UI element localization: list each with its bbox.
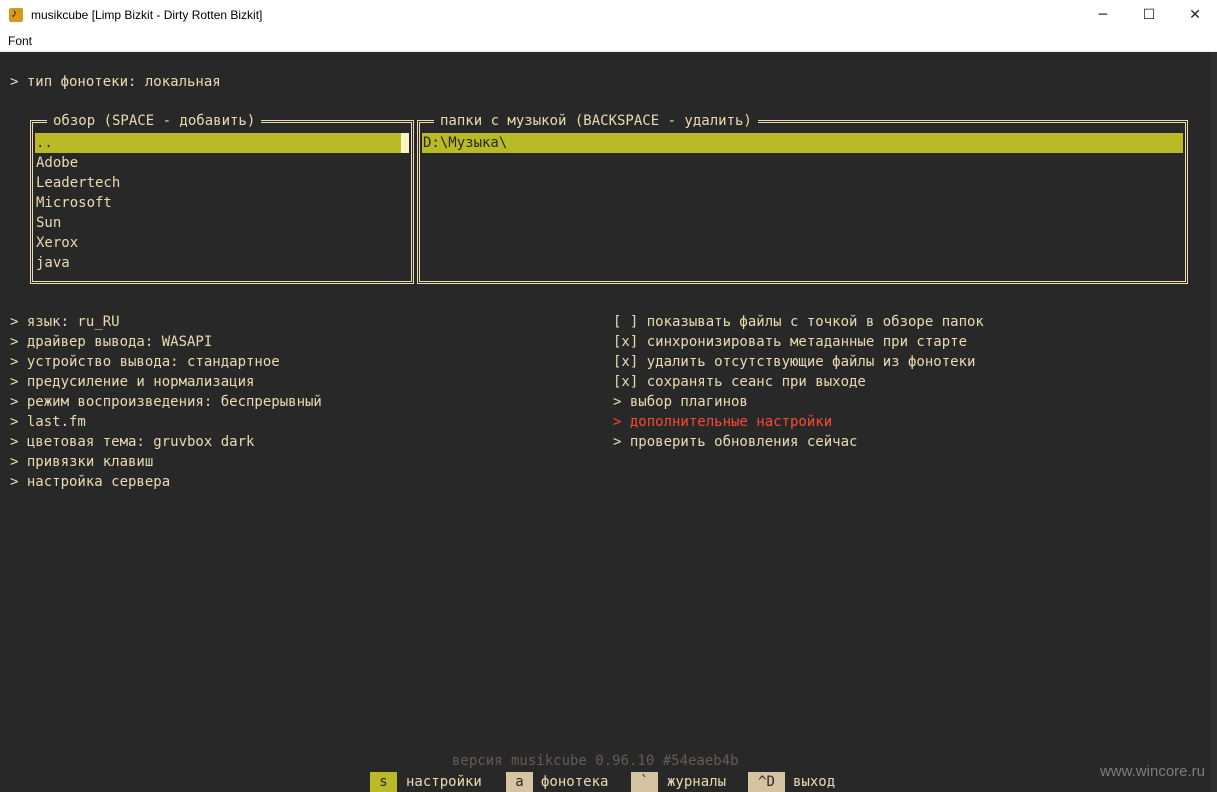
- title-bar: musikcube [Limp Bizkit - Dirty Rotten Bi…: [0, 0, 1217, 31]
- footer-key-3[interactable]: ^D: [748, 772, 785, 792]
- setting-item[interactable]: > цветовая тема: gruvbox dark: [10, 432, 254, 452]
- folders-panel: папки с музыкой (BACKSPACE - удалить) D:…: [417, 111, 1188, 284]
- footer-key-2[interactable]: `: [631, 772, 658, 792]
- version-label: версия musikcube 0.96.10 #54eaeb4b: [452, 753, 739, 769]
- library-type-setting[interactable]: > тип фонотеки: локальная: [10, 72, 221, 92]
- option-item[interactable]: [x] удалить отсутствующие файлы из фонот…: [613, 352, 975, 372]
- close-button[interactable]: ✕: [1172, 0, 1217, 31]
- setting-item[interactable]: > привязки клавиш: [10, 452, 153, 472]
- footer-label-0[interactable]: настройки: [406, 772, 482, 792]
- menu-bar: Font: [0, 31, 1217, 52]
- setting-item[interactable]: > устройство вывода: стандартное: [10, 352, 280, 372]
- browse-item[interactable]: Xerox: [35, 233, 409, 253]
- footer-key-0[interactable]: s: [370, 772, 397, 792]
- browse-panel-title: обзор (SPACE - добавить): [47, 111, 262, 131]
- terminal-area: > тип фонотеки: локальная обзор (SPACE -…: [0, 52, 1211, 792]
- option-item[interactable]: > выбор плагинов: [613, 392, 748, 412]
- browse-item[interactable]: Leadertech: [35, 173, 409, 193]
- text-cursor: [401, 133, 409, 153]
- footer-label-3[interactable]: выход: [793, 772, 835, 792]
- browse-item[interactable]: Sun: [35, 213, 409, 233]
- setting-item[interactable]: > last.fm: [10, 412, 86, 432]
- footer-label-1[interactable]: фонотека: [541, 772, 608, 792]
- option-item[interactable]: [ ] показывать файлы с точкой в обзоре п…: [613, 312, 984, 332]
- browse-item[interactable]: Adobe: [35, 153, 409, 173]
- browse-panel: обзор (SPACE - добавить) .. Adobe Leaderte…: [30, 111, 414, 284]
- option-item[interactable]: > проверить обновления сейчас: [613, 432, 857, 452]
- musikcube-app-icon: [9, 6, 23, 22]
- footer-label-2[interactable]: журналы: [667, 772, 726, 792]
- setting-item[interactable]: > драйвер вывода: WASAPI: [10, 332, 212, 352]
- minimize-button[interactable]: ─: [1080, 0, 1126, 31]
- setting-item[interactable]: > режим воспроизведения: беспрерывный: [10, 392, 322, 412]
- setting-item[interactable]: > предусиление и нормализация: [10, 372, 254, 392]
- window-title: musikcube [Limp Bizkit - Dirty Rotten Bi…: [31, 8, 263, 22]
- option-item[interactable]: [x] синхронизировать метаданные при стар…: [613, 332, 967, 352]
- browse-item[interactable]: Microsoft: [35, 193, 409, 213]
- browse-item[interactable]: ..: [35, 133, 409, 153]
- scrollbar[interactable]: [1211, 52, 1217, 792]
- folders-panel-title: папки с музыкой (BACKSPACE - удалить): [434, 111, 758, 131]
- menu-font[interactable]: Font: [8, 34, 32, 48]
- option-item[interactable]: [x] сохранять сеанс при выходе: [613, 372, 866, 392]
- setting-item[interactable]: > язык: ru_RU: [10, 312, 120, 332]
- watermark: www.wincore.ru: [1099, 763, 1205, 780]
- option-item[interactable]: > дополнительные настройки: [613, 412, 832, 432]
- music-folder-item[interactable]: D:\Музыка\: [422, 133, 1183, 153]
- footer-key-1[interactable]: a: [506, 772, 533, 792]
- browse-item[interactable]: java: [35, 253, 409, 273]
- setting-item[interactable]: > настройка сервера: [10, 472, 170, 492]
- maximize-button[interactable]: ☐: [1126, 0, 1172, 31]
